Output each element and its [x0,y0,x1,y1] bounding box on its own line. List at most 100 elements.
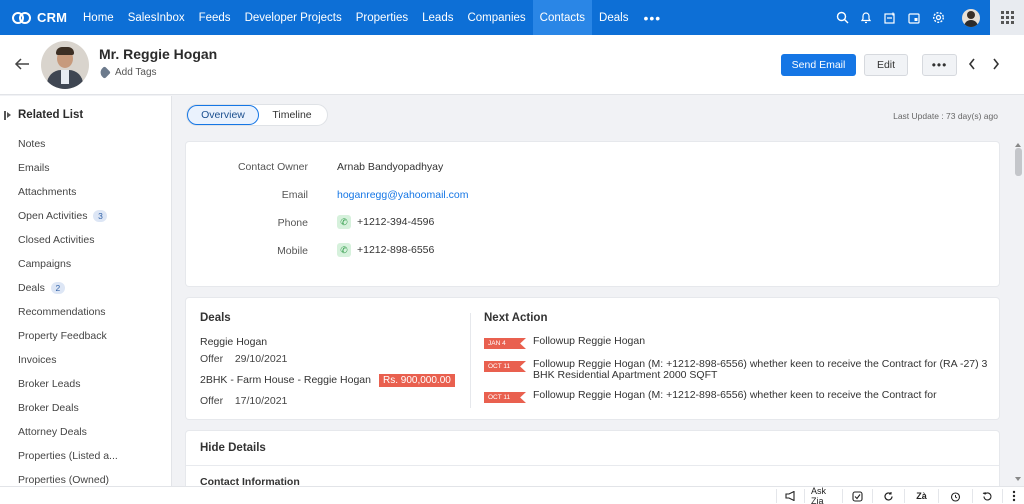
contact-name: Mr. Reggie Hogan [99,46,218,62]
related-invoices[interactable]: Invoices [18,354,57,366]
edit-button[interactable]: Edit [864,54,908,76]
app-grid-icon[interactable] [990,0,1024,35]
user-avatar[interactable] [962,8,980,27]
main-scrollbar[interactable] [1012,142,1024,486]
deal-name[interactable]: 2BHK - Farm House - Reggie Hogan [200,374,371,386]
mobile-field[interactable]: ✆ +1212-898-6556 [337,243,434,257]
details-card: Hide Details Contact Information [186,431,999,491]
contact-owner-value[interactable]: Arnab Bandyopadhyay [337,161,443,173]
related-campaigns[interactable]: Campaigns [18,258,71,270]
translate-icon[interactable]: Zà [904,489,938,503]
nav-leads[interactable]: Leads [415,0,460,35]
related-attorney-deals[interactable]: Attorney Deals [18,426,87,438]
related-item-label: Invoices [18,354,57,366]
deal-date: 17/10/2021 [234,395,288,407]
deal-meta: Offer 29/10/2021 [200,353,287,365]
last-update-text: Last Update : 73 day(s) ago [893,111,998,121]
deal-stage: Offer [200,353,224,365]
more-options-icon[interactable] [1002,489,1024,503]
tab-overview[interactable]: Overview [187,105,259,125]
scroll-thumb[interactable] [1015,148,1022,176]
phone-icon[interactable]: ✆ [337,215,351,229]
nav-developer-projects[interactable]: Developer Projects [238,0,349,35]
count-badge: 3 [93,210,108,222]
history-icon[interactable] [972,489,1002,503]
back-arrow-icon[interactable] [14,57,30,75]
nav-feeds[interactable]: Feeds [192,0,238,35]
record-header: Mr. Reggie Hogan Add Tags Send Email Edi… [0,35,1024,95]
tab-timeline[interactable]: Timeline [259,105,325,125]
zia-icon[interactable] [842,489,872,503]
related-list-title: Related List [18,109,84,121]
scroll-up-icon[interactable] [1015,143,1021,147]
nav-salesinbox[interactable]: SalesInbox [121,0,192,35]
related-notes[interactable]: Notes [18,138,45,150]
deal-amount-badge: Rs. 900,000.00 [379,374,455,387]
deal-meta: Offer 17/10/2021 [200,395,287,407]
related-closed-activities[interactable]: Closed Activities [18,234,94,246]
nav-deals[interactable]: Deals [592,0,635,35]
related-property-feedback[interactable]: Property Feedback [18,330,107,342]
megaphone-icon[interactable] [776,489,804,503]
nav-home[interactable]: Home [76,0,121,35]
contact-info-card: Contact Owner Arnab Bandyopadhyay Email … [186,142,999,286]
deal-name[interactable]: Reggie Hogan [200,336,267,348]
related-item-label: Broker Deals [18,402,79,414]
related-item-label: Campaigns [18,258,72,270]
phone-icon[interactable]: ✆ [337,243,351,257]
next-action-item[interactable]: Followup Reggie Hogan [533,336,988,347]
previous-record-icon[interactable] [968,57,976,73]
hide-details-toggle[interactable]: Hide Details [200,442,266,454]
nav-companies[interactable]: Companies [460,0,532,35]
next-action-item[interactable]: Followup Reggie Hogan (M: +1212-898-6556… [533,359,988,381]
bottom-utility-bar: Ask Zia Zà [0,486,1024,504]
add-tags-link[interactable]: Add Tags [98,66,157,79]
date-flag: JAN 4 [484,338,526,349]
related-emails[interactable]: Emails [18,162,50,174]
more-actions-button[interactable]: ••• [922,54,957,76]
crm-logo[interactable]: CRM [0,10,76,25]
related-item-label: Closed Activities [18,234,95,246]
related-broker-leads[interactable]: Broker Leads [18,378,80,390]
email-link[interactable]: hoganregg@yahoomail.com [337,189,469,201]
count-badge: 2 [50,282,65,294]
mobile-value: +1212-898-6556 [357,244,435,256]
related-properties-owned[interactable]: Properties (Owned) [18,474,109,486]
phone-field[interactable]: ✆ +1212-394-4596 [337,215,434,229]
next-action-item[interactable]: Followup Reggie Hogan (M: +1212-898-6556… [533,390,988,401]
nav-contacts[interactable]: Contacts [532,0,593,35]
contact-photo[interactable] [41,41,89,89]
related-recommendations[interactable]: Recommendations [18,306,106,318]
nav-more-icon[interactable]: ••• [635,0,669,35]
email-label: Email [281,189,308,201]
search-icon[interactable] [830,0,854,35]
date-flag: OCT 11 [484,361,526,372]
related-broker-deals[interactable]: Broker Deals [18,402,79,414]
refresh-icon[interactable] [872,489,904,503]
related-attachments[interactable]: Attachments [18,186,76,198]
calendar-icon[interactable] [902,0,926,35]
next-record-icon[interactable] [992,57,1000,73]
settings-icon[interactable] [926,0,950,35]
nav-properties[interactable]: Properties [349,0,415,35]
date-flag: OCT 11 [484,392,526,403]
divider [186,465,999,466]
deals-title: Deals [200,312,231,324]
related-deals[interactable]: Deals 2 [18,282,65,294]
alarm-clock-icon[interactable] [938,489,972,503]
scroll-down-icon[interactable] [1015,477,1021,481]
section-divider [470,313,471,408]
send-email-button[interactable]: Send Email [781,54,856,76]
tag-icon [98,66,111,79]
related-open-activities[interactable]: Open Activities 3 [18,210,108,222]
ask-zia-button[interactable]: Ask Zia [804,486,842,504]
collapse-sidebar-icon[interactable] [4,111,11,120]
related-item-label: Properties (Listed a... [18,450,118,462]
related-properties-listed[interactable]: Properties (Listed a... [18,450,118,462]
deal-stage: Offer [200,395,224,407]
bell-icon[interactable] [854,0,878,35]
add-record-icon[interactable] [878,0,902,35]
related-item-label: Emails [18,162,50,174]
deal-row: 2BHK - Farm House - Reggie Hogan Rs. 900,… [200,374,455,387]
view-tabs: Overview Timeline [186,104,328,126]
